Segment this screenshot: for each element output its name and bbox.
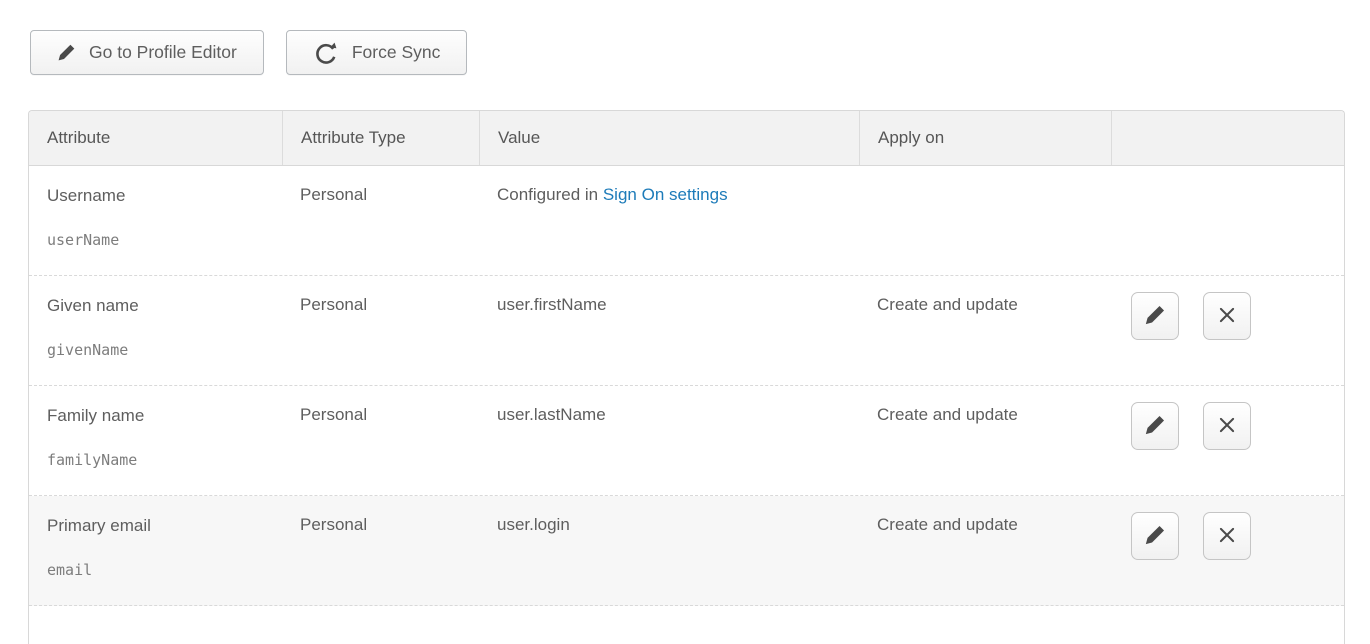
go-to-profile-editor-button[interactable]: Go to Profile Editor bbox=[30, 30, 264, 75]
delete-attribute-button[interactable] bbox=[1203, 512, 1251, 560]
force-sync-label: Force Sync bbox=[352, 42, 441, 63]
close-icon bbox=[1217, 415, 1237, 438]
attribute-cell: Family name familyName bbox=[29, 386, 282, 495]
value-cell: Configured in Sign On settings bbox=[479, 166, 859, 275]
edit-attribute-button[interactable] bbox=[1131, 402, 1179, 450]
attribute-cell: Given name givenName bbox=[29, 276, 282, 385]
attribute-label: Family name bbox=[47, 405, 264, 427]
close-icon bbox=[1217, 525, 1237, 548]
value-cell: user.firstName bbox=[479, 276, 859, 385]
apply-on-cell: Create and update bbox=[859, 276, 1111, 385]
sign-on-settings-link[interactable]: Sign On settings bbox=[603, 185, 728, 204]
table-row: Family name familyName Personal user.las… bbox=[29, 386, 1344, 496]
actions-cell bbox=[1111, 386, 1344, 495]
apply-on-cell bbox=[859, 166, 1111, 275]
edit-attribute-button[interactable] bbox=[1131, 292, 1179, 340]
attribute-variable-name: familyName bbox=[47, 450, 264, 470]
table-header-row: Attribute Attribute Type Value Apply on bbox=[29, 111, 1344, 166]
delete-attribute-button[interactable] bbox=[1203, 292, 1251, 340]
delete-attribute-button[interactable] bbox=[1203, 402, 1251, 450]
value-cell: user.lastName bbox=[479, 386, 859, 495]
header-attribute: Attribute bbox=[29, 111, 282, 165]
actions-cell bbox=[1111, 276, 1344, 385]
apply-on-cell: Create and update bbox=[859, 386, 1111, 495]
header-actions bbox=[1111, 111, 1344, 165]
attribute-label: Given name bbox=[47, 295, 264, 317]
attribute-variable-name: userName bbox=[47, 230, 264, 250]
table-row-partial bbox=[29, 606, 1344, 644]
refresh-icon bbox=[313, 40, 339, 66]
attribute-mapping-table: Attribute Attribute Type Value Apply on … bbox=[28, 110, 1345, 644]
attribute-cell: Username userName bbox=[29, 166, 282, 275]
pencil-icon bbox=[1144, 524, 1166, 549]
toolbar: Go to Profile Editor Force Sync bbox=[30, 30, 467, 75]
table-row: Username userName Personal Configured in… bbox=[29, 166, 1344, 276]
attribute-type-cell: Personal bbox=[282, 496, 479, 605]
pencil-icon bbox=[57, 43, 76, 62]
attribute-variable-name: email bbox=[47, 560, 264, 580]
header-apply-on: Apply on bbox=[859, 111, 1111, 165]
header-attribute-type: Attribute Type bbox=[282, 111, 479, 165]
table-row: Given name givenName Personal user.first… bbox=[29, 276, 1344, 386]
attribute-label: Username bbox=[47, 185, 264, 207]
actions-cell bbox=[1111, 166, 1344, 275]
actions-cell bbox=[1111, 496, 1344, 605]
table-row: Primary email email Personal user.login … bbox=[29, 496, 1344, 606]
pencil-icon bbox=[1144, 414, 1166, 439]
attribute-type-cell: Personal bbox=[282, 276, 479, 385]
edit-attribute-button[interactable] bbox=[1131, 512, 1179, 560]
attribute-type-cell: Personal bbox=[282, 386, 479, 495]
close-icon bbox=[1217, 305, 1237, 328]
attribute-cell: Primary email email bbox=[29, 496, 282, 605]
value-cell: user.login bbox=[479, 496, 859, 605]
attribute-label: Primary email bbox=[47, 515, 264, 537]
force-sync-button[interactable]: Force Sync bbox=[286, 30, 468, 75]
attribute-type-cell: Personal bbox=[282, 166, 479, 275]
attribute-variable-name: givenName bbox=[47, 340, 264, 360]
value-text: Configured in bbox=[497, 185, 603, 204]
pencil-icon bbox=[1144, 304, 1166, 329]
apply-on-cell: Create and update bbox=[859, 496, 1111, 605]
go-to-profile-editor-label: Go to Profile Editor bbox=[89, 42, 237, 63]
header-value: Value bbox=[479, 111, 859, 165]
